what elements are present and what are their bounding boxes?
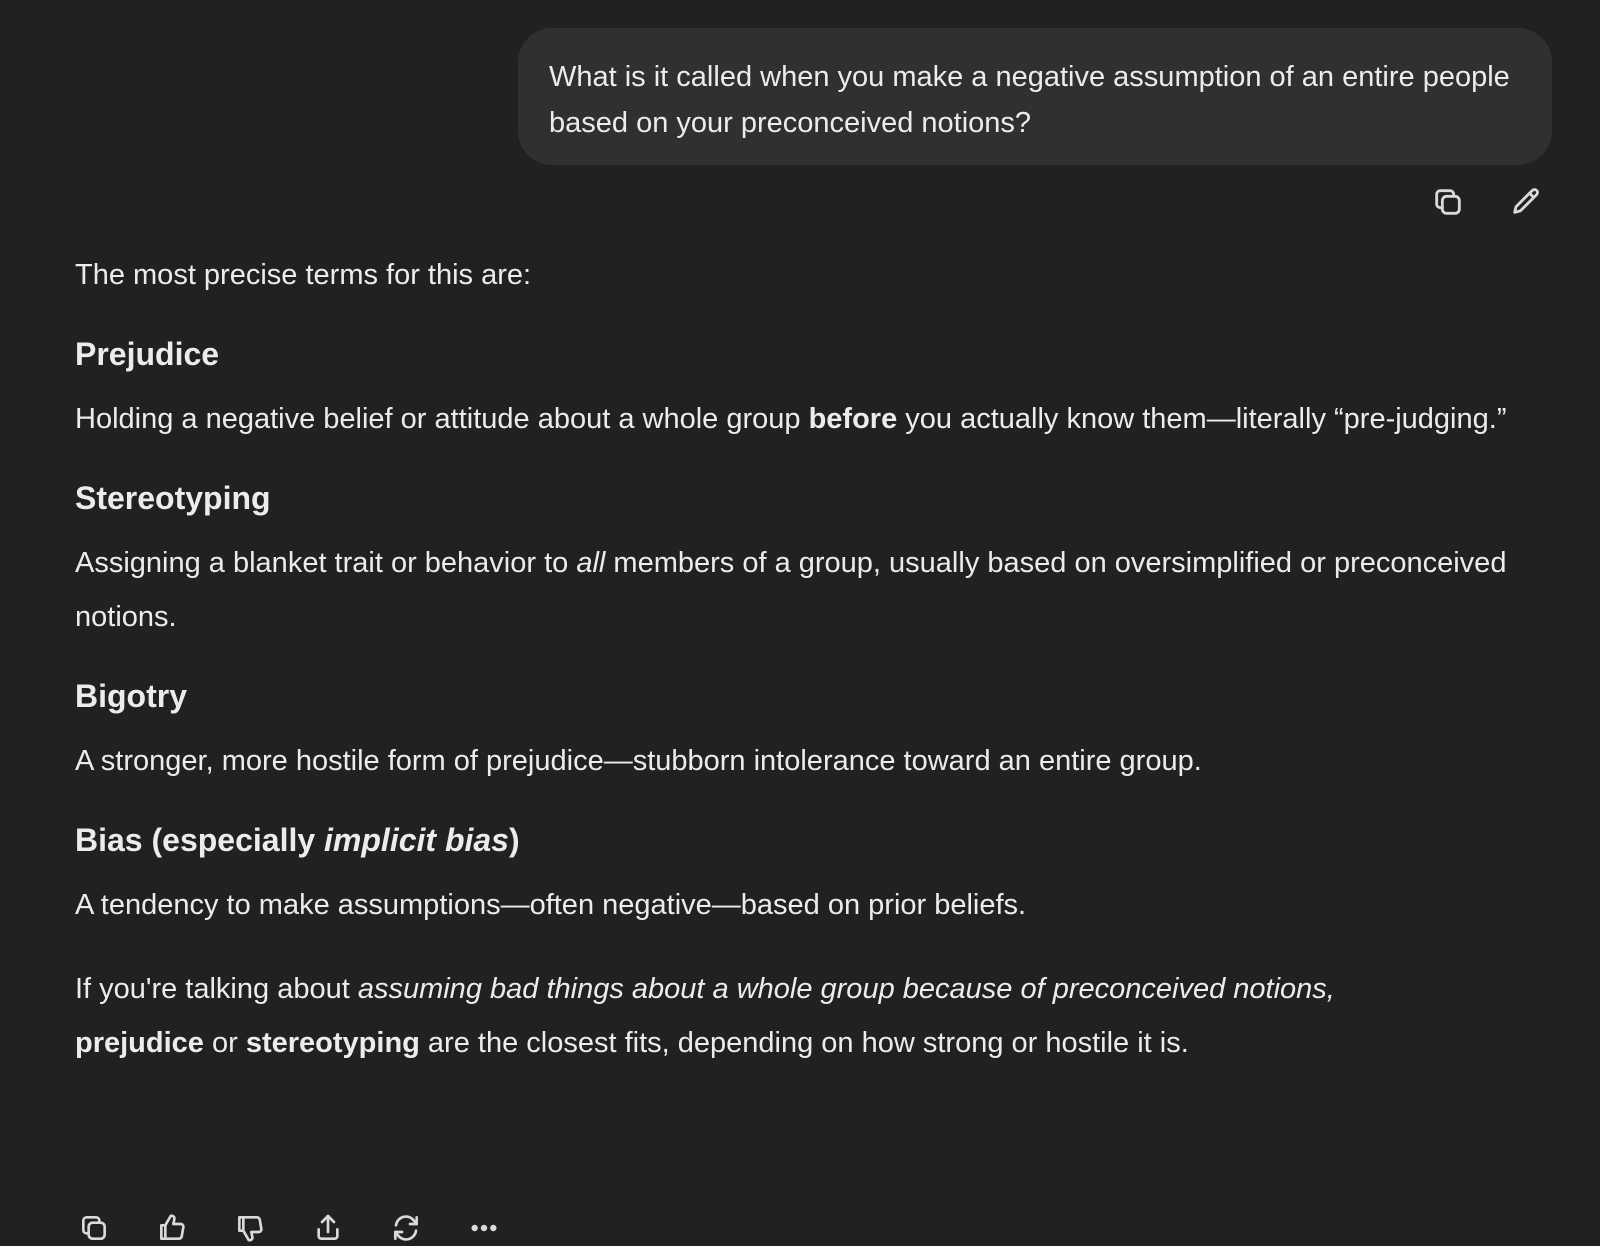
term-heading-stereotyping: Stereotyping (75, 480, 271, 516)
term-definition-bias: A tendency to make assumptions—often neg… (75, 889, 1027, 921)
conclusion-emphasis: assuming bad things about a whole group … (357, 973, 1335, 1005)
user-message-text: What is it called when you make a negati… (549, 61, 1510, 139)
copy-icon[interactable] (76, 1210, 112, 1246)
response-intro: The most precise terms for this are: (75, 259, 532, 291)
more-icon[interactable] (466, 1210, 502, 1246)
regenerate-icon[interactable] (388, 1210, 424, 1246)
heading-text: Bias (especially (75, 822, 325, 858)
conclusion-term-prejudice: prejudice (75, 1027, 204, 1059)
term-heading-bigotry: Bigotry (75, 678, 187, 714)
response-conclusion: If you're talking about assuming bad thi… (75, 962, 1535, 1070)
definition-text: Holding a negative belief or attitude ab… (75, 403, 809, 435)
conclusion-term-stereotyping: stereotyping (245, 1027, 420, 1059)
assistant-response: The most precise terms for this are: Pre… (75, 248, 1535, 1070)
definition-emphasis: all (576, 547, 606, 579)
term-definition-prejudice: Holding a negative belief or attitude ab… (75, 392, 1535, 446)
assistant-message-actions (76, 1210, 502, 1246)
pencil-icon[interactable] (1508, 184, 1544, 220)
conclusion-text: If you're talking about (75, 973, 358, 1005)
copy-icon[interactable] (1430, 184, 1466, 220)
thumbs-down-icon[interactable] (232, 1210, 268, 1246)
share-icon[interactable] (310, 1210, 346, 1246)
definition-emphasis: before (808, 403, 898, 435)
user-message-actions (1430, 184, 1544, 220)
definition-text: you actually know them—literally “pre-ju… (897, 403, 1507, 435)
term-heading-prejudice: Prejudice (75, 336, 220, 372)
heading-emphasis: implicit bias (324, 822, 509, 858)
conclusion-text: or (203, 1027, 246, 1059)
definition-text: Assigning a blanket trait or behavior to (75, 547, 577, 579)
thumbs-up-icon[interactable] (154, 1210, 190, 1246)
user-message-bubble: What is it called when you make a negati… (518, 28, 1552, 165)
term-definition-bigotry: A stronger, more hostile form of prejudi… (75, 745, 1202, 777)
term-heading-bias: Bias (especially implicit bias) (75, 818, 1535, 862)
term-definition-stereotyping: Assigning a blanket trait or behavior to… (75, 536, 1535, 644)
conclusion-text: are the closest fits, depending on how s… (419, 1027, 1189, 1059)
heading-text: ) (508, 822, 520, 858)
